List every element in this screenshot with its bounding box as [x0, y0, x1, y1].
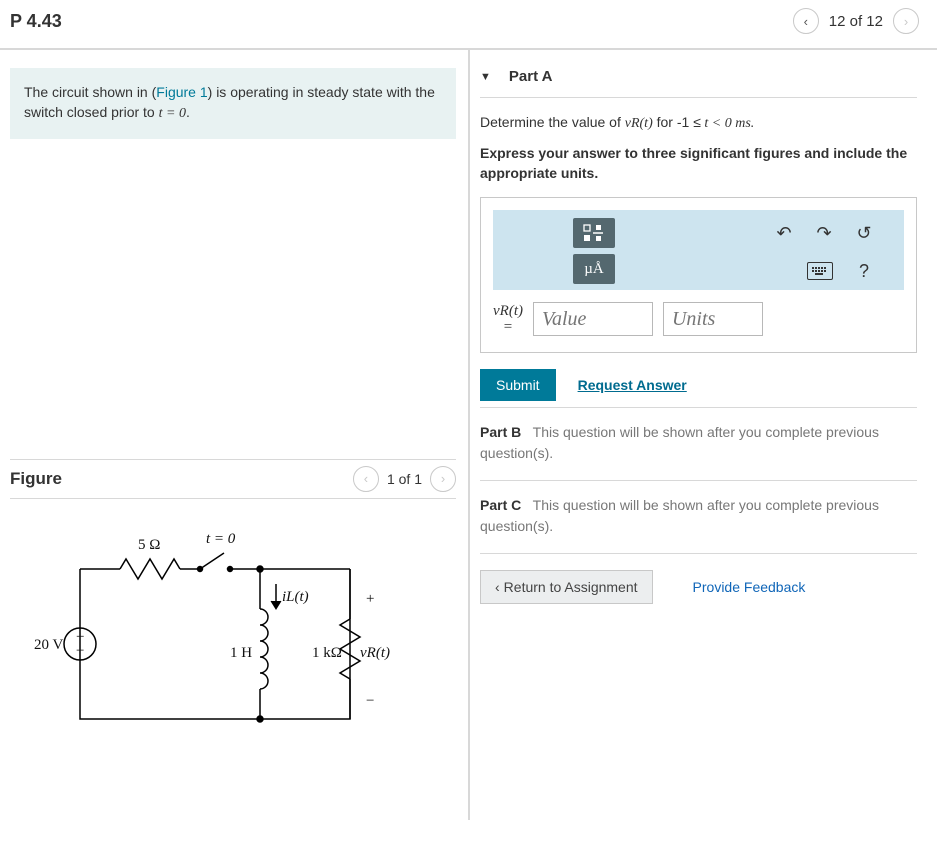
keyboard-button[interactable]	[799, 256, 841, 286]
part-c-locked: Part C This question will be shown after…	[480, 480, 917, 553]
next-question-button: ›	[893, 8, 919, 34]
figure-title: Figure	[10, 469, 62, 489]
undo-button[interactable]: ↶	[763, 218, 805, 248]
svg-text:1 kΩ: 1 kΩ	[312, 645, 342, 661]
circuit-diagram: + − 20 V 5 Ω t = 0 iL(t) 1 H 1 kΩ vR(t) …	[20, 529, 400, 749]
keyboard-icon	[807, 262, 833, 280]
units-symbol-button[interactable]: µÅ	[573, 254, 615, 284]
figure-prev-button: ‹	[353, 466, 379, 492]
figure-body: + − 20 V 5 Ω t = 0 iL(t) 1 H 1 kΩ vR(t) …	[10, 499, 456, 782]
part-a-question: Determine the value of vR(t) for -1 ≤ t …	[480, 112, 917, 134]
answer-lhs: vR(t) =	[493, 303, 523, 336]
question-nav-label: 12 of 12	[829, 13, 883, 30]
answer-box: ↶ ↷ ↺ µÅ ?	[480, 197, 917, 353]
prev-question-button[interactable]: ‹	[793, 8, 819, 34]
svg-text:1 H: 1 H	[230, 645, 252, 661]
answer-toolbar: ↶ ↷ ↺ µÅ ?	[493, 210, 904, 290]
template-button[interactable]	[573, 218, 615, 248]
reset-button[interactable]: ↺	[843, 218, 885, 248]
submit-row: Submit Request Answer	[480, 369, 917, 401]
part-b-msg: This question will be shown after you co…	[480, 424, 879, 461]
top-bar: P 4.43 ‹ 12 of 12 ›	[0, 0, 937, 50]
figure-nav-label: 1 of 1	[387, 471, 422, 487]
return-assignment-label: Return to Assignment	[504, 579, 638, 595]
answer-inputs: vR(t) =	[493, 302, 904, 336]
svg-text:t = 0: t = 0	[206, 531, 236, 547]
part-b-title: Part B	[480, 424, 521, 440]
part-a-instruction: Express your answer to three significant…	[480, 144, 917, 183]
svg-text:5 Ω: 5 Ω	[138, 537, 160, 553]
figure-next-button: ›	[430, 466, 456, 492]
figure-link[interactable]: Figure 1	[156, 84, 207, 100]
svg-text:vR(t): vR(t)	[360, 645, 390, 661]
problem-prompt: The circuit shown in (Figure 1) is opera…	[10, 68, 456, 139]
submit-button[interactable]: Submit	[480, 369, 556, 401]
chevron-left-icon: ‹	[495, 579, 500, 595]
help-button[interactable]: ?	[843, 256, 885, 286]
footer-row: ‹ Return to Assignment Provide Feedback	[480, 553, 917, 604]
part-a-collapse-icon[interactable]: ▼	[480, 71, 491, 83]
value-input[interactable]	[533, 302, 653, 336]
figure-header: Figure ‹ 1 of 1 ›	[10, 459, 456, 499]
right-column: ▼ Part A Determine the value of vR(t) fo…	[470, 50, 937, 820]
part-a-header: ▼ Part A	[480, 68, 917, 98]
part-c-msg: This question will be shown after you co…	[480, 497, 879, 534]
svg-text:iL(t): iL(t)	[282, 589, 309, 605]
svg-text:−: −	[366, 693, 374, 709]
request-answer-link[interactable]: Request Answer	[578, 377, 687, 393]
provide-feedback-link[interactable]: Provide Feedback	[693, 579, 806, 595]
left-column: The circuit shown in (Figure 1) is opera…	[0, 50, 470, 820]
question-title: P 4.43	[10, 11, 62, 32]
svg-text:+: +	[366, 591, 374, 607]
template-icon	[583, 224, 605, 242]
question-nav: ‹ 12 of 12 ›	[793, 8, 919, 34]
return-assignment-button[interactable]: ‹ Return to Assignment	[480, 570, 653, 604]
figure-nav: ‹ 1 of 1 ›	[353, 466, 456, 492]
redo-button[interactable]: ↷	[803, 218, 845, 248]
part-b-locked: Part B This question will be shown after…	[480, 407, 917, 480]
svg-text:20 V: 20 V	[34, 637, 63, 653]
svg-text:−: −	[76, 643, 84, 659]
part-c-title: Part C	[480, 497, 521, 513]
units-input[interactable]	[663, 302, 763, 336]
part-a-title: Part A	[509, 68, 553, 85]
units-symbol-label: µÅ	[584, 261, 603, 278]
